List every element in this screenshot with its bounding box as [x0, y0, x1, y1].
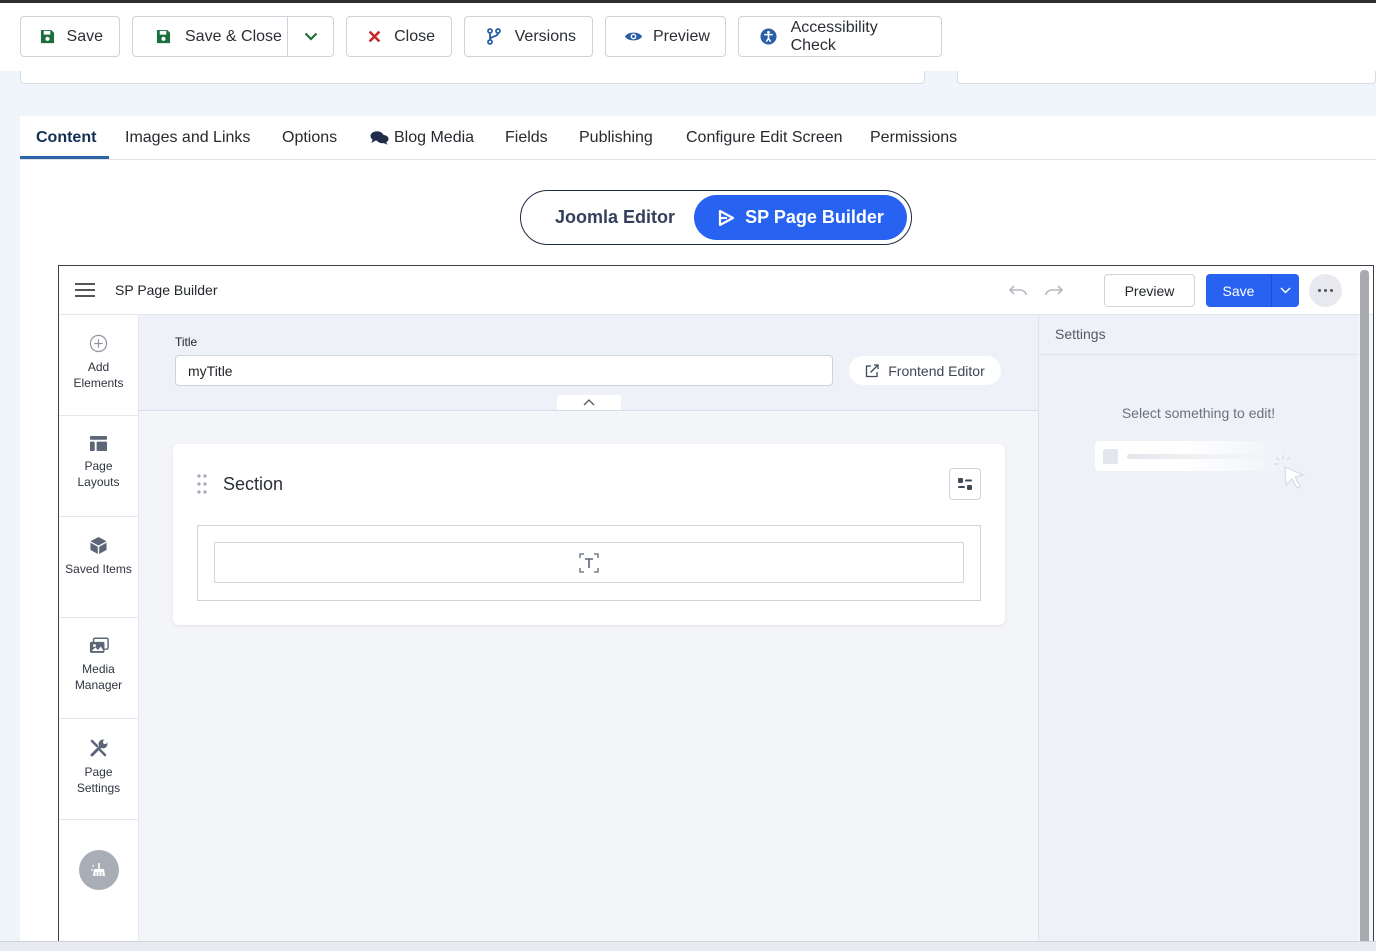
text-block-icon: [579, 552, 599, 573]
column-add-element-area[interactable]: [214, 542, 964, 583]
external-edit-icon: [866, 363, 879, 377]
broom-icon: [91, 863, 105, 876]
row-container: [197, 525, 981, 601]
title-label: Title: [175, 335, 198, 349]
settings-panel: Settings Select something to edit!: [1038, 315, 1358, 951]
builder-save-dropdown[interactable]: [1271, 274, 1299, 307]
settings-empty-message: Select something to edit!: [1121, 405, 1276, 421]
section-card: Section: [173, 444, 1005, 625]
settings-heading: Settings: [1039, 315, 1358, 355]
sppb-logo-icon: [719, 209, 735, 226]
page-builder-frame: SP Page Builder Preview Save Add Element…: [58, 265, 1374, 951]
sidebar-item-media-manager[interactable]: Media Manager: [59, 618, 138, 719]
tab-configure-edit-screen[interactable]: Configure Edit Screen: [686, 116, 843, 159]
tab-permissions[interactable]: Permissions: [870, 116, 957, 159]
sidebar-item-saved-items[interactable]: Saved Items: [59, 517, 138, 618]
plus-circle-icon: [89, 334, 108, 353]
builder-preview-button[interactable]: Preview: [1104, 274, 1195, 307]
active-tab-indicator: [20, 156, 109, 159]
drag-handle-icon[interactable]: [197, 474, 207, 494]
code-branch-icon: [483, 28, 505, 45]
close-button[interactable]: Close: [346, 16, 452, 57]
sidebar-item-add-elements[interactable]: Add Elements: [59, 315, 138, 416]
builder-save-button[interactable]: Save: [1206, 274, 1271, 307]
sp-page-builder-option[interactable]: SP Page Builder: [694, 195, 907, 240]
comments-icon: [370, 131, 389, 145]
tab-blog-media[interactable]: Blog Media: [370, 116, 474, 159]
tab-publishing[interactable]: Publishing: [579, 116, 653, 159]
hamburger-menu-icon[interactable]: [75, 283, 95, 297]
tab-images-and-links[interactable]: Images and Links: [125, 116, 250, 159]
images-icon: [89, 637, 109, 653]
preview-button[interactable]: Preview: [605, 16, 726, 57]
select-hint-illustration: [1095, 441, 1295, 471]
builder-app-title: SP Page Builder: [115, 282, 218, 298]
tab-bar: Content Images and Links Options Blog Me…: [20, 116, 1376, 160]
editor-switch: Joomla Editor SP Page Builder: [520, 190, 912, 245]
clean-up-button[interactable]: [79, 850, 119, 890]
save-button[interactable]: Save: [20, 16, 120, 57]
undo-icon[interactable]: [1008, 284, 1028, 296]
universal-access-icon: [757, 28, 781, 45]
tab-fields[interactable]: Fields: [505, 116, 548, 159]
redo-icon[interactable]: [1044, 284, 1064, 296]
collapse-title-toggle[interactable]: [557, 395, 621, 410]
layout-icon: [90, 435, 107, 452]
builder-header: SP Page Builder Preview Save: [59, 266, 1373, 315]
chevron-up-icon: [583, 399, 595, 406]
toolbar: Save Save & Close Close Versions Preview…: [0, 3, 1376, 71]
joomla-editor-option[interactable]: Joomla Editor: [555, 191, 675, 244]
title-bar: Title myTitle Frontend Editor: [139, 315, 1038, 411]
eye-icon: [624, 30, 643, 43]
close-icon: [365, 30, 384, 43]
tab-options[interactable]: Options: [282, 116, 337, 159]
cursor-icon: [1274, 455, 1305, 489]
more-options-icon[interactable]: [1309, 274, 1342, 307]
sidebar-item-page-settings[interactable]: Page Settings: [59, 719, 138, 820]
cube-icon: [90, 536, 107, 555]
save-options-dropdown[interactable]: [287, 17, 334, 56]
frontend-editor-button[interactable]: Frontend Editor: [849, 356, 1001, 385]
title-input[interactable]: myTitle: [175, 355, 833, 386]
sliders-icon: [958, 478, 972, 490]
section-title: Section: [223, 474, 284, 494]
versions-button[interactable]: Versions: [464, 16, 593, 57]
accessibility-check-button[interactable]: Accessibility Check: [738, 16, 942, 57]
wrench-icon: [90, 739, 107, 757]
builder-sidebar: Add Elements Page Layouts Saved Items Me…: [59, 315, 139, 951]
save-icon: [39, 29, 57, 44]
save-close-button[interactable]: Save & Close: [132, 16, 334, 57]
tab-content[interactable]: Content: [36, 116, 96, 159]
bottom-status-strip: [0, 941, 1376, 951]
builder-scrollbar[interactable]: [1360, 270, 1369, 950]
chevron-down-icon: [304, 32, 318, 41]
section-settings-button[interactable]: [949, 468, 981, 500]
chevron-down-icon: [1280, 287, 1291, 294]
sidebar-item-page-layouts[interactable]: Page Layouts: [59, 416, 138, 517]
save-icon: [151, 29, 175, 44]
